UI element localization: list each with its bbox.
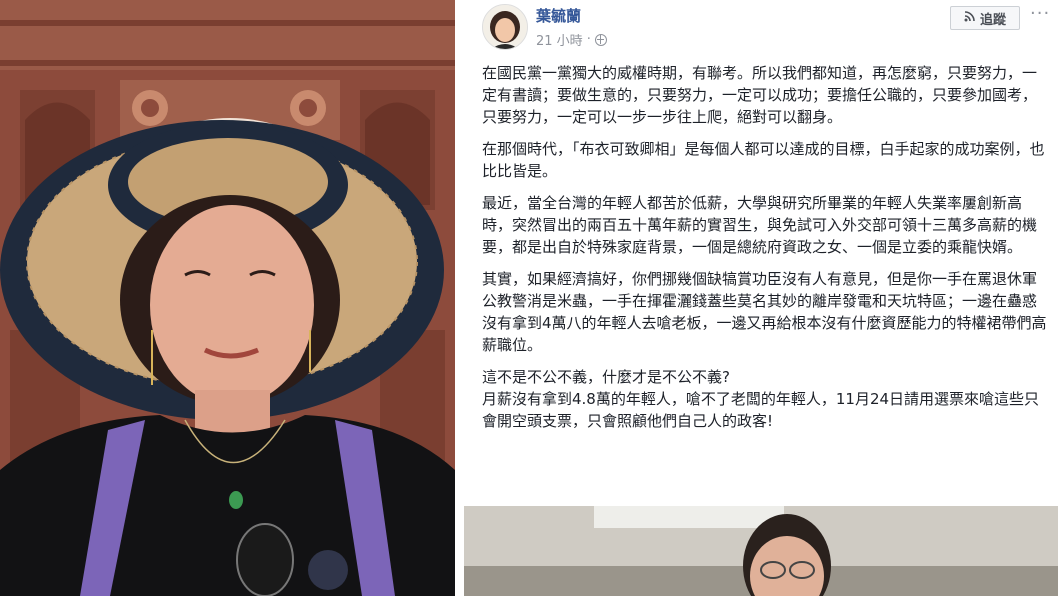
meta-separator: · <box>586 32 591 47</box>
post-paragraph: 在那個時代，「布衣可致卿相」是每個人都可以達成的目標，白手起家的成功案例，也比比… <box>482 140 1045 180</box>
post-paragraph: 在國民黨一黨獨大的威權時期，有聯考。所以我們都知道，再怎麼窮，只要努力，一定有書… <box>482 64 1038 126</box>
post-attached-photo[interactable] <box>464 506 1058 596</box>
more-icon[interactable]: ··· <box>1030 3 1050 24</box>
post-paragraph: 這不是不公不義，什麼才是不公不義? 月薪沒有拿到4.8萬的年輕人，嗆不了老闆的年… <box>482 368 1040 430</box>
post-body: 在國民黨一黨獨大的威權時期，有聯考。所以我們都知道，再怎麼窮，只要努力，一定有書… <box>482 62 1048 442</box>
post-paragraph: 其實，如果經濟搞好，你們挪幾個缺犒賞功臣沒有人有意見，但是你一手在罵退休軍公教警… <box>482 270 1047 354</box>
follow-button[interactable]: 追蹤 <box>950 6 1020 30</box>
selfie-photo <box>0 0 455 596</box>
follow-label: 追蹤 <box>979 12 1006 28</box>
post-header: 葉毓蘭 21 小時 · 追蹤 ··· <box>462 0 1060 58</box>
author-name[interactable]: 葉毓蘭 <box>536 5 581 26</box>
facebook-post: 葉毓蘭 21 小時 · 追蹤 ··· 在國民黨一黨獨大的威權時期，有聯考。所以我… <box>462 0 1060 596</box>
rss-icon <box>964 10 975 26</box>
post-paragraph: 最近，當全台灣的年輕人都苦於低薪，大學與研究所畢業的年輕人失業率屢創新高時，突然… <box>482 194 1038 256</box>
avatar[interactable] <box>482 4 528 50</box>
post-meta: 21 小時 · <box>536 30 607 49</box>
post-timestamp[interactable]: 21 小時 <box>536 30 583 49</box>
globe-icon <box>594 33 607 46</box>
